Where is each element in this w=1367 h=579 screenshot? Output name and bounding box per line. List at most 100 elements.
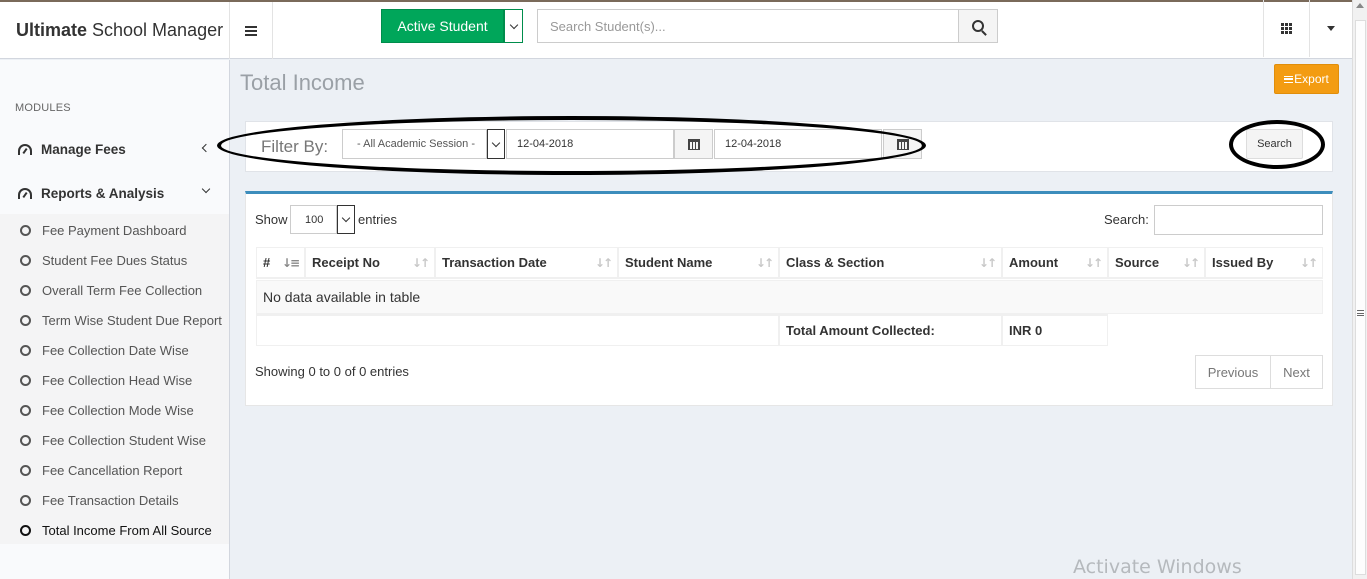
submenu-item-fee-collection-student-wise[interactable]: Fee Collection Student Wise	[0, 425, 229, 455]
column-header-receipt-no[interactable]: Receipt No ↓↑	[305, 247, 435, 279]
caret-down-icon	[1327, 26, 1335, 31]
previous-page-button[interactable]: Previous	[1195, 355, 1271, 389]
app-title-rest: School Manager	[92, 20, 224, 40]
filter-search-button[interactable]: Search	[1246, 129, 1303, 159]
app-title-bold: Ultimate	[16, 20, 88, 40]
chevron-down-icon	[509, 20, 518, 29]
sidebar-item-label: Manage Fees	[41, 141, 126, 157]
submenu-item-total-income-from-all-source[interactable]: Total Income From All Source	[0, 515, 229, 545]
chevron-left-icon	[201, 143, 211, 153]
chevron-down-icon	[491, 138, 501, 147]
table-footer-spacer	[1108, 314, 1323, 346]
page-length-dropdown[interactable]	[337, 205, 355, 234]
submenu-item-label: Total Income From All Source	[42, 522, 212, 538]
student-status-dropdown[interactable]	[504, 9, 523, 43]
column-header-transaction-date[interactable]: Transaction Date ↓↑	[435, 247, 618, 279]
academic-session-dropdown[interactable]	[487, 129, 505, 159]
dashboard-icon	[18, 187, 32, 199]
table-search-input[interactable]	[1154, 205, 1323, 235]
table-footer-spacer	[256, 314, 779, 346]
page-length-select[interactable]: 100	[290, 205, 337, 234]
show-label: Show	[255, 212, 288, 227]
submenu-item-fee-collection-date-wise[interactable]: Fee Collection Date Wise	[0, 335, 229, 365]
sort-ascending-icon: ↓≡	[281, 256, 300, 270]
submenu-item-fee-cancellation-report[interactable]: Fee Cancellation Report	[0, 455, 229, 485]
submenu-item-label: Fee Collection Mode Wise	[42, 402, 194, 418]
column-header-class-section[interactable]: Class & Section ↓↑	[779, 247, 1002, 279]
sort-icon: ↓↑	[1181, 256, 1200, 270]
sidebar-toggle-button[interactable]	[230, 2, 273, 59]
column-header-label: Student Name	[625, 255, 713, 270]
sidebar-item-manage-fees[interactable]: Manage Fees	[0, 129, 229, 169]
student-status-button[interactable]: Active Student	[381, 9, 504, 43]
column-header-number[interactable]: # ↓≡	[256, 247, 305, 279]
hamburger-icon	[245, 25, 257, 36]
submenu-item-label: Fee Payment Dashboard	[42, 222, 187, 238]
circle-icon	[20, 284, 31, 296]
sort-icon: ↓↑	[1299, 256, 1318, 270]
apps-menu-button[interactable]	[1263, 0, 1309, 57]
submenu-item-label: Fee Collection Student Wise	[42, 432, 207, 448]
column-header-amount[interactable]: Amount ↓↑	[1002, 247, 1108, 279]
filter-label: Filter By:	[261, 137, 329, 156]
submenu-item-term-wise-student-due-report[interactable]: Term Wise Student Due Report	[0, 305, 229, 335]
submenu-item-student-fee-dues-status[interactable]: Student Fee Dues Status	[0, 245, 229, 275]
submenu-item-overall-term-fee-collection[interactable]: Overall Term Fee Collection	[0, 275, 229, 305]
list-icon	[1284, 75, 1294, 83]
sort-icon: ↓↑	[1084, 256, 1103, 270]
submenu-item-fee-payment-dashboard[interactable]: Fee Payment Dashboard	[0, 215, 229, 245]
circle-icon	[20, 494, 31, 506]
column-header-label: #	[263, 255, 271, 270]
scroll-up-arrow-icon[interactable]	[1356, 3, 1364, 8]
sidebar-item-reports-analysis[interactable]: Reports & Analysis	[0, 173, 229, 213]
submenu-item-label: Term Wise Student Due Report	[42, 312, 222, 328]
student-search-button[interactable]	[958, 9, 998, 43]
column-header-label: Source	[1115, 255, 1160, 270]
app-logo[interactable]: Ultimate School Manager	[0, 2, 230, 59]
table-empty-message: No data available in table	[256, 280, 1323, 314]
submenu-item-label: Fee Cancellation Report	[42, 462, 183, 478]
academic-session-select[interactable]: - All Academic Session -	[342, 129, 487, 159]
export-button[interactable]: Export	[1274, 64, 1339, 94]
calendar-icon	[687, 138, 700, 150]
column-header-issued-by[interactable]: Issued By ↓↑	[1205, 247, 1323, 279]
circle-icon	[20, 254, 31, 266]
student-search-input[interactable]: Search Student(s)...	[537, 9, 959, 43]
column-header-label: Class & Section	[786, 255, 885, 270]
user-menu-button[interactable]	[1309, 0, 1352, 57]
table-info: Showing 0 to 0 of 0 entries	[255, 364, 409, 379]
next-page-button[interactable]: Next	[1270, 355, 1323, 389]
from-date-input[interactable]: 12-04-2018	[506, 129, 674, 159]
grip-icon	[1357, 310, 1364, 316]
submenu-item-fee-collection-head-wise[interactable]: Fee Collection Head Wise	[0, 365, 229, 395]
sidebar: MODULES Manage Fees Reports & Analysis F…	[0, 60, 230, 579]
submenu-item-fee-collection-mode-wise[interactable]: Fee Collection Mode Wise	[0, 395, 229, 425]
page-scrollbar[interactable]	[1352, 0, 1367, 579]
to-date-calendar-button[interactable]	[883, 129, 922, 159]
submenu-item-label: Fee Collection Head Wise	[42, 372, 193, 388]
circle-icon	[20, 344, 31, 356]
submenu-item-label: Overall Term Fee Collection	[42, 282, 203, 298]
chevron-down-icon	[341, 213, 351, 223]
column-header-label: Issued By	[1212, 255, 1274, 270]
scrollbar-thumb[interactable]	[1355, 20, 1366, 575]
circle-icon	[20, 434, 31, 446]
submenu-item-label: Fee Transaction Details	[42, 492, 179, 508]
sidebar-item-label: Reports & Analysis	[41, 185, 165, 201]
column-header-student-name[interactable]: Student Name ↓↑	[618, 247, 779, 279]
column-header-source[interactable]: Source ↓↑	[1108, 247, 1205, 279]
entries-label: entries	[358, 212, 398, 227]
submenu-item-label: Student Fee Dues Status	[42, 252, 188, 268]
submenu-item-fee-transaction-details[interactable]: Fee Transaction Details	[0, 485, 229, 515]
circle-icon	[20, 374, 31, 386]
sort-icon: ↓↑	[978, 256, 997, 270]
column-header-label: Receipt No	[312, 255, 380, 270]
column-header-label: Amount	[1009, 255, 1059, 270]
from-date-calendar-button[interactable]	[674, 129, 713, 159]
sort-icon: ↓↑	[411, 256, 430, 270]
circle-icon	[20, 314, 31, 326]
circle-icon	[20, 404, 31, 416]
os-activation-watermark: Activate Windows	[1073, 556, 1242, 578]
to-date-input[interactable]: 12-04-2018	[714, 129, 882, 159]
circle-icon	[20, 524, 31, 536]
